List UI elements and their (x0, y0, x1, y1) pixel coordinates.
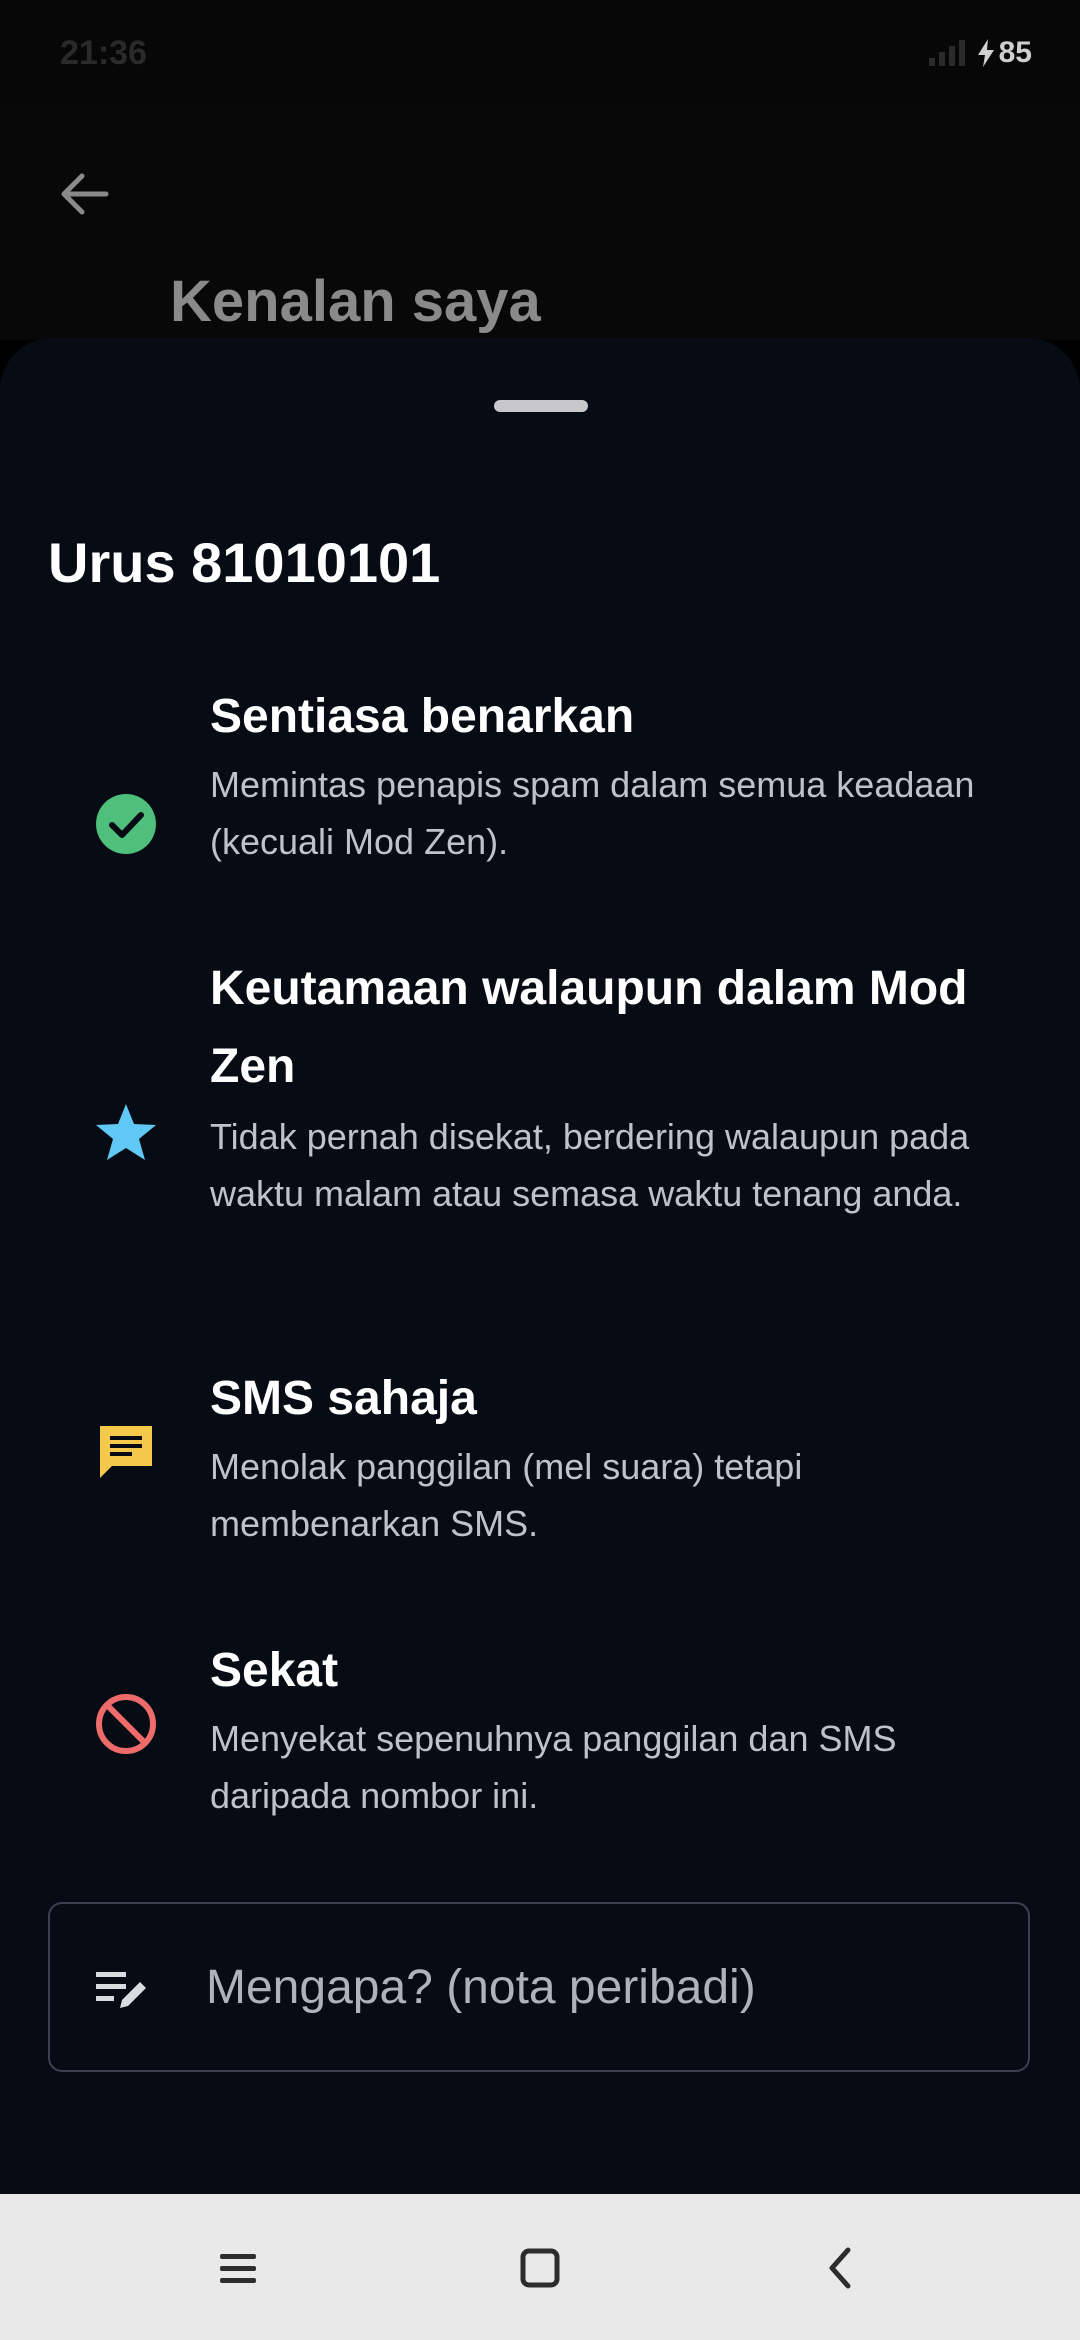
charging-icon (977, 39, 994, 67)
message-icon (100, 1426, 152, 1478)
option-description: Memintas penapis spam dalam semua keadaa… (210, 764, 975, 862)
battery-level: 85 (998, 36, 1032, 69)
edit-note-icon (96, 1972, 146, 2008)
option-description: Tidak pernah disekat, berdering walaupun… (210, 1116, 970, 1214)
option-title: Sekat (210, 1644, 339, 1697)
option-title: SMS sahaja (210, 1372, 477, 1425)
note-input[interactable]: Mengapa? (nota peribadi) (48, 1902, 1030, 2072)
status-bar: 21:36 85 (0, 0, 1080, 110)
back-icon[interactable] (810, 2236, 874, 2300)
menu-icon[interactable] (206, 2236, 270, 2300)
sheet-title: Urus 81010101 (48, 531, 441, 594)
signal-icon (928, 40, 965, 66)
check-circle-icon (96, 794, 156, 854)
star-icon (96, 1104, 156, 1160)
option-title: Sentiasa benarkan (210, 690, 635, 743)
status-icons: 85 (927, 36, 1032, 70)
battery-indicator: 85 (977, 36, 1032, 70)
navigation-bar (0, 2194, 1080, 2340)
note-placeholder: Mengapa? (nota peribadi) (206, 1961, 756, 2014)
option-description: Menyekat sepenuhnya panggilan dan SMS da… (210, 1718, 897, 1816)
page-title: Kenalan saya (170, 269, 541, 334)
block-icon (96, 1694, 156, 1754)
back-arrow-icon[interactable] (52, 162, 116, 226)
option-description: Menolak panggilan (mel suara) tetapi mem… (210, 1446, 803, 1544)
option-title: Keutamaan walaupun dalam Mod Zen (210, 962, 968, 1093)
home-icon[interactable] (508, 2236, 572, 2300)
status-time: 21:36 (60, 34, 147, 72)
drag-handle[interactable] (494, 400, 588, 412)
